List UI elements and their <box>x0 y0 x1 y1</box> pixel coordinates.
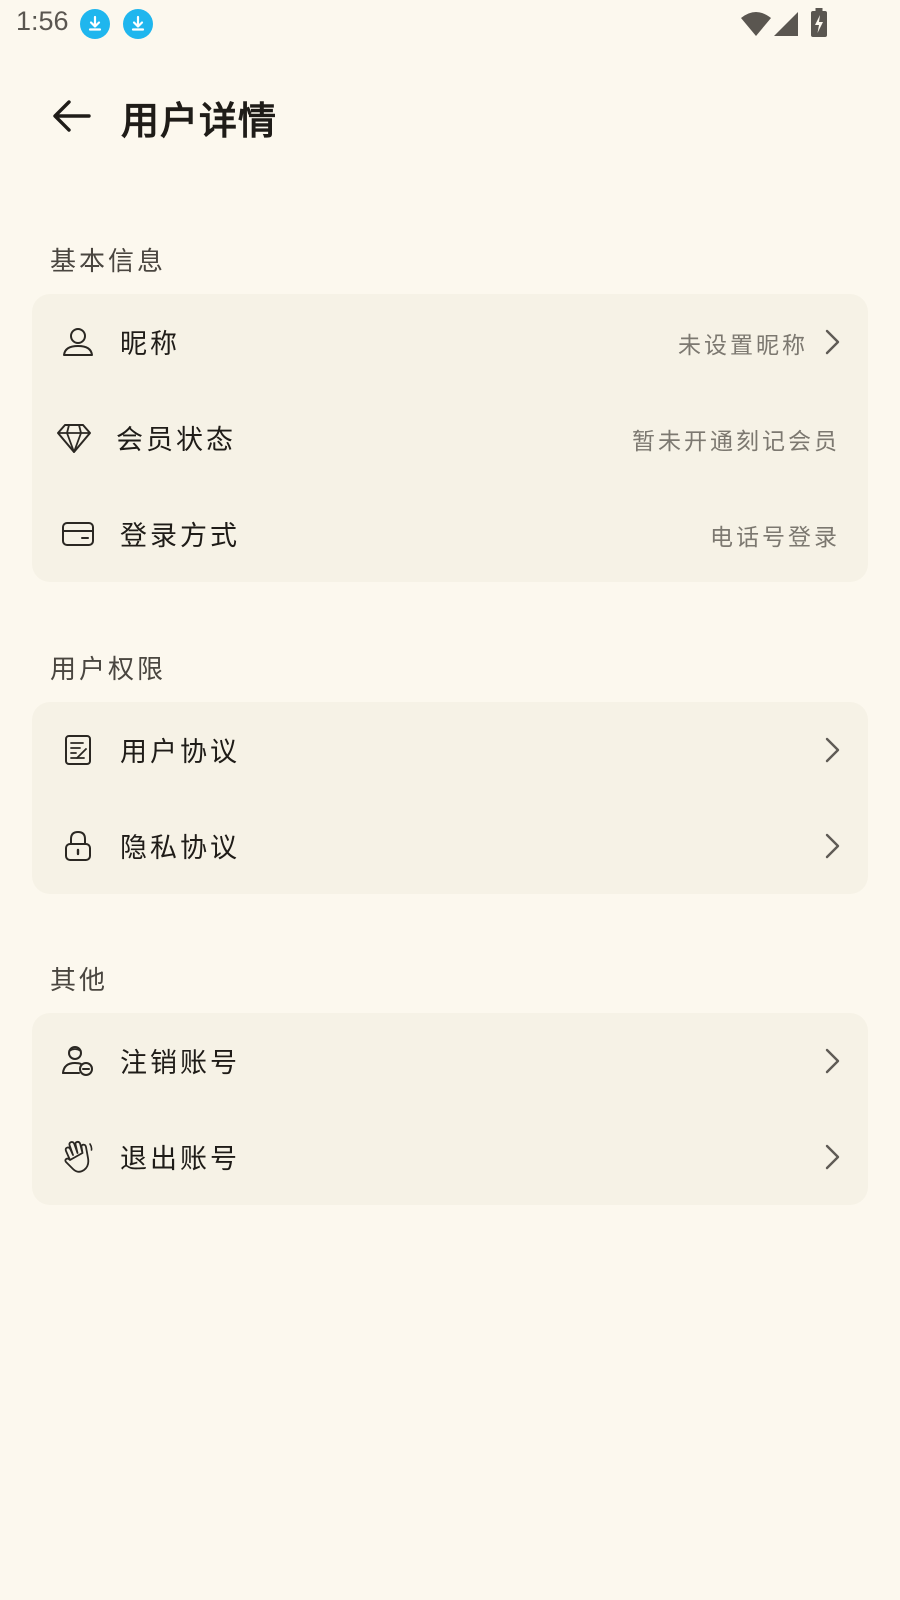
nickname-value: 未设置昵称 <box>678 333 808 359</box>
lock-icon <box>60 828 96 864</box>
download-icon <box>123 9 153 39</box>
logout-row[interactable]: 退出账号 <box>32 1109 868 1205</box>
arrow-left-icon <box>53 100 91 132</box>
wave-hand-icon <box>60 1139 96 1175</box>
login-method-value: 电话号登录 <box>710 525 840 551</box>
status-time: 1:56 <box>16 6 69 36</box>
membership-value: 暂未开通刻记会员 <box>632 429 840 455</box>
document-icon <box>60 732 96 768</box>
membership-row[interactable]: 会员状态 暂未开通刻记会员 <box>32 390 868 486</box>
wifi-icon <box>741 12 771 36</box>
delete-account-row[interactable]: 注销账号 <box>32 1013 868 1109</box>
login-method-row[interactable]: 登录方式 电话号登录 <box>32 486 868 582</box>
section-title-basic-info: 基本信息 <box>50 247 167 277</box>
membership-label: 会员状态 <box>116 425 236 456</box>
nickname-row[interactable]: 昵称 未设置昵称 <box>32 294 868 390</box>
logout-label: 退出账号 <box>120 1144 240 1175</box>
download-icon <box>80 9 110 39</box>
battery-charging-icon <box>811 8 827 37</box>
login-method-label: 登录方式 <box>120 521 240 552</box>
chevron-right-icon <box>825 737 840 763</box>
page-title: 用户详情 <box>121 99 278 143</box>
user-remove-icon <box>60 1043 96 1079</box>
chevron-right-icon <box>825 1144 840 1170</box>
basic-info-card: 昵称 未设置昵称 会员状态 暂未开通刻记会员 登录方式 电话号登录 <box>32 294 868 582</box>
privacy-agreement-row[interactable]: 隐私协议 <box>32 798 868 894</box>
chevron-right-icon <box>825 329 840 355</box>
card-icon <box>60 516 96 552</box>
diamond-icon <box>56 420 92 456</box>
permissions-card: 用户协议 隐私协议 <box>32 702 868 894</box>
signal-icon <box>774 12 798 36</box>
user-agreement-label: 用户协议 <box>120 737 240 768</box>
status-bar: 1:56 <box>0 0 900 48</box>
user-agreement-row[interactable]: 用户协议 <box>32 702 868 798</box>
nickname-label: 昵称 <box>120 329 180 360</box>
other-card: 注销账号 退出账号 <box>32 1013 868 1205</box>
person-icon <box>60 324 96 360</box>
section-title-other: 其他 <box>50 966 109 996</box>
chevron-right-icon <box>825 833 840 859</box>
back-button[interactable] <box>44 88 100 144</box>
app-bar: 用户详情 <box>0 70 900 160</box>
privacy-agreement-label: 隐私协议 <box>120 833 240 864</box>
section-title-permissions: 用户权限 <box>50 655 167 685</box>
chevron-right-icon <box>825 1048 840 1074</box>
delete-account-label: 注销账号 <box>120 1048 240 1079</box>
